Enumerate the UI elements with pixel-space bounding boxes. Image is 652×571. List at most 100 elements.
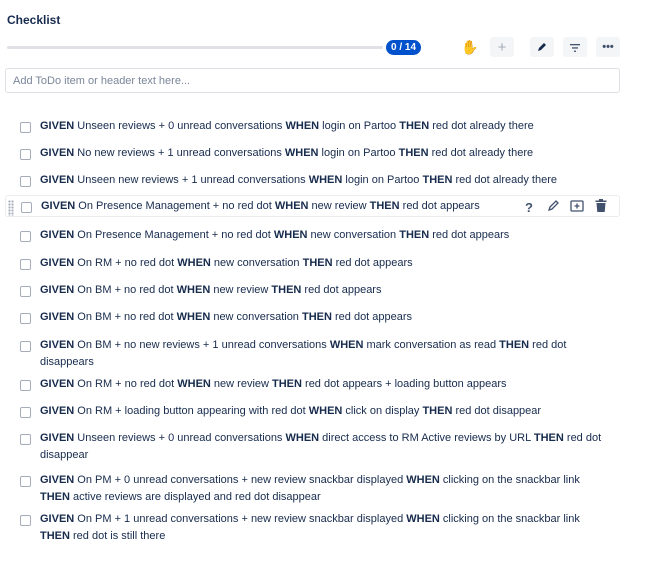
item-text-segment: red dot already there bbox=[428, 147, 534, 159]
item-keyword: THEN bbox=[399, 229, 430, 241]
item-text-segment: red dot appears + loading button appears bbox=[301, 378, 507, 390]
item-text-segment: red dot is still there bbox=[69, 530, 166, 542]
item-keyword: GIVEN bbox=[40, 120, 75, 132]
item-text-segment: red dot appears bbox=[332, 257, 413, 269]
item-actions: ? bbox=[521, 199, 609, 215]
item-keyword: THEN bbox=[301, 311, 332, 323]
checklist-item[interactable]: GIVEN On RM + no red dot WHEN new review… bbox=[5, 374, 620, 396]
checklist-item[interactable]: GIVEN Unseen reviews + 0 unread conversa… bbox=[5, 116, 620, 138]
more-button[interactable]: ••• bbox=[596, 37, 620, 57]
checklist-item[interactable]: GIVEN On PM + 1 unread conversations + n… bbox=[5, 509, 620, 547]
hand-icon: ✋ bbox=[461, 38, 479, 55]
item-keyword: WHEN bbox=[308, 405, 343, 417]
item-checkbox[interactable] bbox=[20, 149, 31, 160]
item-checkbox[interactable] bbox=[20, 407, 31, 418]
item-text-segment: Unseen reviews + 0 unread conversations bbox=[74, 120, 286, 132]
checklist-item[interactable]: GIVEN On PM + 0 unread conversations + n… bbox=[5, 470, 620, 508]
item-text-segment: login on Partoo bbox=[319, 120, 400, 132]
checklist-item[interactable]: GIVEN On BM + no red dot WHEN new conver… bbox=[5, 307, 620, 329]
checklist-item[interactable]: GIVEN On RM + loading button appearing w… bbox=[5, 401, 620, 423]
convert-icon[interactable] bbox=[569, 199, 585, 215]
item-text-segment: Unseen new reviews + 1 unread conversati… bbox=[74, 174, 309, 186]
checklist-item[interactable]: GIVEN On RM + no red dot WHEN new conver… bbox=[5, 253, 620, 275]
item-text-segment: No new reviews + 1 unread conversations bbox=[74, 147, 285, 159]
add-item-button[interactable]: + bbox=[490, 37, 514, 57]
item-text-segment: active reviews are displayed and red dot… bbox=[69, 491, 321, 503]
item-checkbox[interactable] bbox=[20, 434, 31, 445]
item-keyword: GIVEN bbox=[40, 378, 75, 390]
delete-icon[interactable] bbox=[593, 199, 609, 215]
item-checkbox[interactable] bbox=[20, 231, 31, 242]
checklist-item[interactable]: GIVEN On Presence Management + no red do… bbox=[5, 225, 620, 247]
item-text-segment: On Presence Management + no red dot bbox=[74, 229, 274, 241]
item-checkbox[interactable] bbox=[20, 476, 31, 487]
item-text-segment: new conversation bbox=[307, 229, 400, 241]
item-text-segment: red dot appears bbox=[331, 311, 413, 323]
checklist-item[interactable]: GIVEN On BM + no red dot WHEN new review… bbox=[5, 280, 620, 302]
item-keyword: WHEN bbox=[406, 513, 440, 525]
checklist-item[interactable]: GIVEN On Presence Management + no red do… bbox=[5, 195, 620, 217]
checklist-item[interactable]: GIVEN On BM + no new reviews + 1 unread … bbox=[5, 335, 620, 373]
item-text-segment: red dot already there bbox=[452, 174, 557, 186]
item-text-segment: new review bbox=[210, 284, 272, 296]
item-keyword: GIVEN bbox=[41, 200, 76, 212]
item-text-segment: new review bbox=[308, 200, 370, 212]
item-text-segment: On RM + loading button appearing with re… bbox=[74, 405, 309, 417]
item-text-segment: new conversation bbox=[210, 311, 302, 323]
item-text-segment: click on display bbox=[342, 405, 423, 417]
help-icon[interactable]: ? bbox=[521, 200, 537, 215]
more-icon: ••• bbox=[602, 41, 614, 53]
progress-bar bbox=[7, 46, 383, 49]
item-keyword: THEN bbox=[271, 284, 302, 296]
item-keyword: GIVEN bbox=[40, 513, 75, 525]
item-text: GIVEN On PM + 1 unread conversations + n… bbox=[40, 511, 605, 545]
item-checkbox[interactable] bbox=[20, 176, 31, 187]
hand-icon-button[interactable]: ✋ bbox=[458, 37, 482, 57]
filter-button[interactable] bbox=[563, 37, 587, 57]
item-keyword: WHEN bbox=[284, 147, 319, 159]
item-text: GIVEN On RM + loading button appearing w… bbox=[40, 403, 605, 420]
plus-icon: + bbox=[497, 38, 507, 56]
item-checkbox[interactable] bbox=[20, 259, 31, 270]
item-text-segment: direct access to RM Active reviews by UR… bbox=[319, 432, 534, 444]
item-text-segment: login on Partoo bbox=[342, 174, 423, 186]
item-text: GIVEN On PM + 0 unread conversations + n… bbox=[40, 472, 605, 506]
item-keyword: WHEN bbox=[285, 432, 320, 444]
item-text: GIVEN On RM + no red dot WHEN new conver… bbox=[40, 255, 605, 272]
drag-handle[interactable] bbox=[8, 200, 14, 216]
item-text: GIVEN On BM + no red dot WHEN new review… bbox=[40, 282, 605, 299]
item-text-segment: red dot appears bbox=[301, 284, 382, 296]
item-checkbox[interactable] bbox=[20, 515, 31, 526]
item-keyword: GIVEN bbox=[40, 284, 75, 296]
item-checkbox[interactable] bbox=[20, 341, 31, 352]
item-text-segment: On BM + no new reviews + 1 unread conver… bbox=[74, 339, 330, 351]
item-keyword: THEN bbox=[422, 405, 453, 417]
item-keyword: THEN bbox=[533, 432, 564, 444]
checklist-title: Checklist bbox=[7, 13, 61, 27]
checklist-item[interactable]: GIVEN No new reviews + 1 unread conversa… bbox=[5, 143, 620, 165]
item-keyword: GIVEN bbox=[40, 257, 75, 269]
checklist-item[interactable]: GIVEN Unseen new reviews + 1 unread conv… bbox=[5, 170, 620, 192]
item-keyword: GIVEN bbox=[40, 147, 75, 159]
item-text-segment: red dot appears bbox=[399, 200, 480, 212]
edit-button[interactable] bbox=[530, 37, 554, 57]
edit-icon[interactable] bbox=[545, 199, 561, 215]
item-text: GIVEN Unseen new reviews + 1 unread conv… bbox=[40, 172, 605, 189]
item-keyword: WHEN bbox=[274, 200, 309, 212]
item-keyword: THEN bbox=[422, 174, 453, 186]
item-text-segment: login on Partoo bbox=[318, 147, 399, 159]
add-todo-input[interactable] bbox=[5, 68, 620, 93]
item-checkbox[interactable] bbox=[20, 313, 31, 324]
item-text-segment: Unseen reviews + 0 unread conversations bbox=[74, 432, 286, 444]
item-keyword: WHEN bbox=[406, 474, 440, 486]
progress-badge: 0 / 14 bbox=[386, 40, 421, 55]
item-checkbox[interactable] bbox=[21, 202, 32, 213]
item-checkbox[interactable] bbox=[20, 122, 31, 133]
item-keyword: GIVEN bbox=[40, 405, 75, 417]
item-checkbox[interactable] bbox=[20, 380, 31, 391]
item-checkbox[interactable] bbox=[20, 286, 31, 297]
item-keyword: GIVEN bbox=[40, 311, 75, 323]
checklist-item[interactable]: GIVEN Unseen reviews + 0 unread conversa… bbox=[5, 428, 620, 466]
item-keyword: WHEN bbox=[177, 378, 211, 390]
item-keyword: WHEN bbox=[177, 257, 211, 269]
